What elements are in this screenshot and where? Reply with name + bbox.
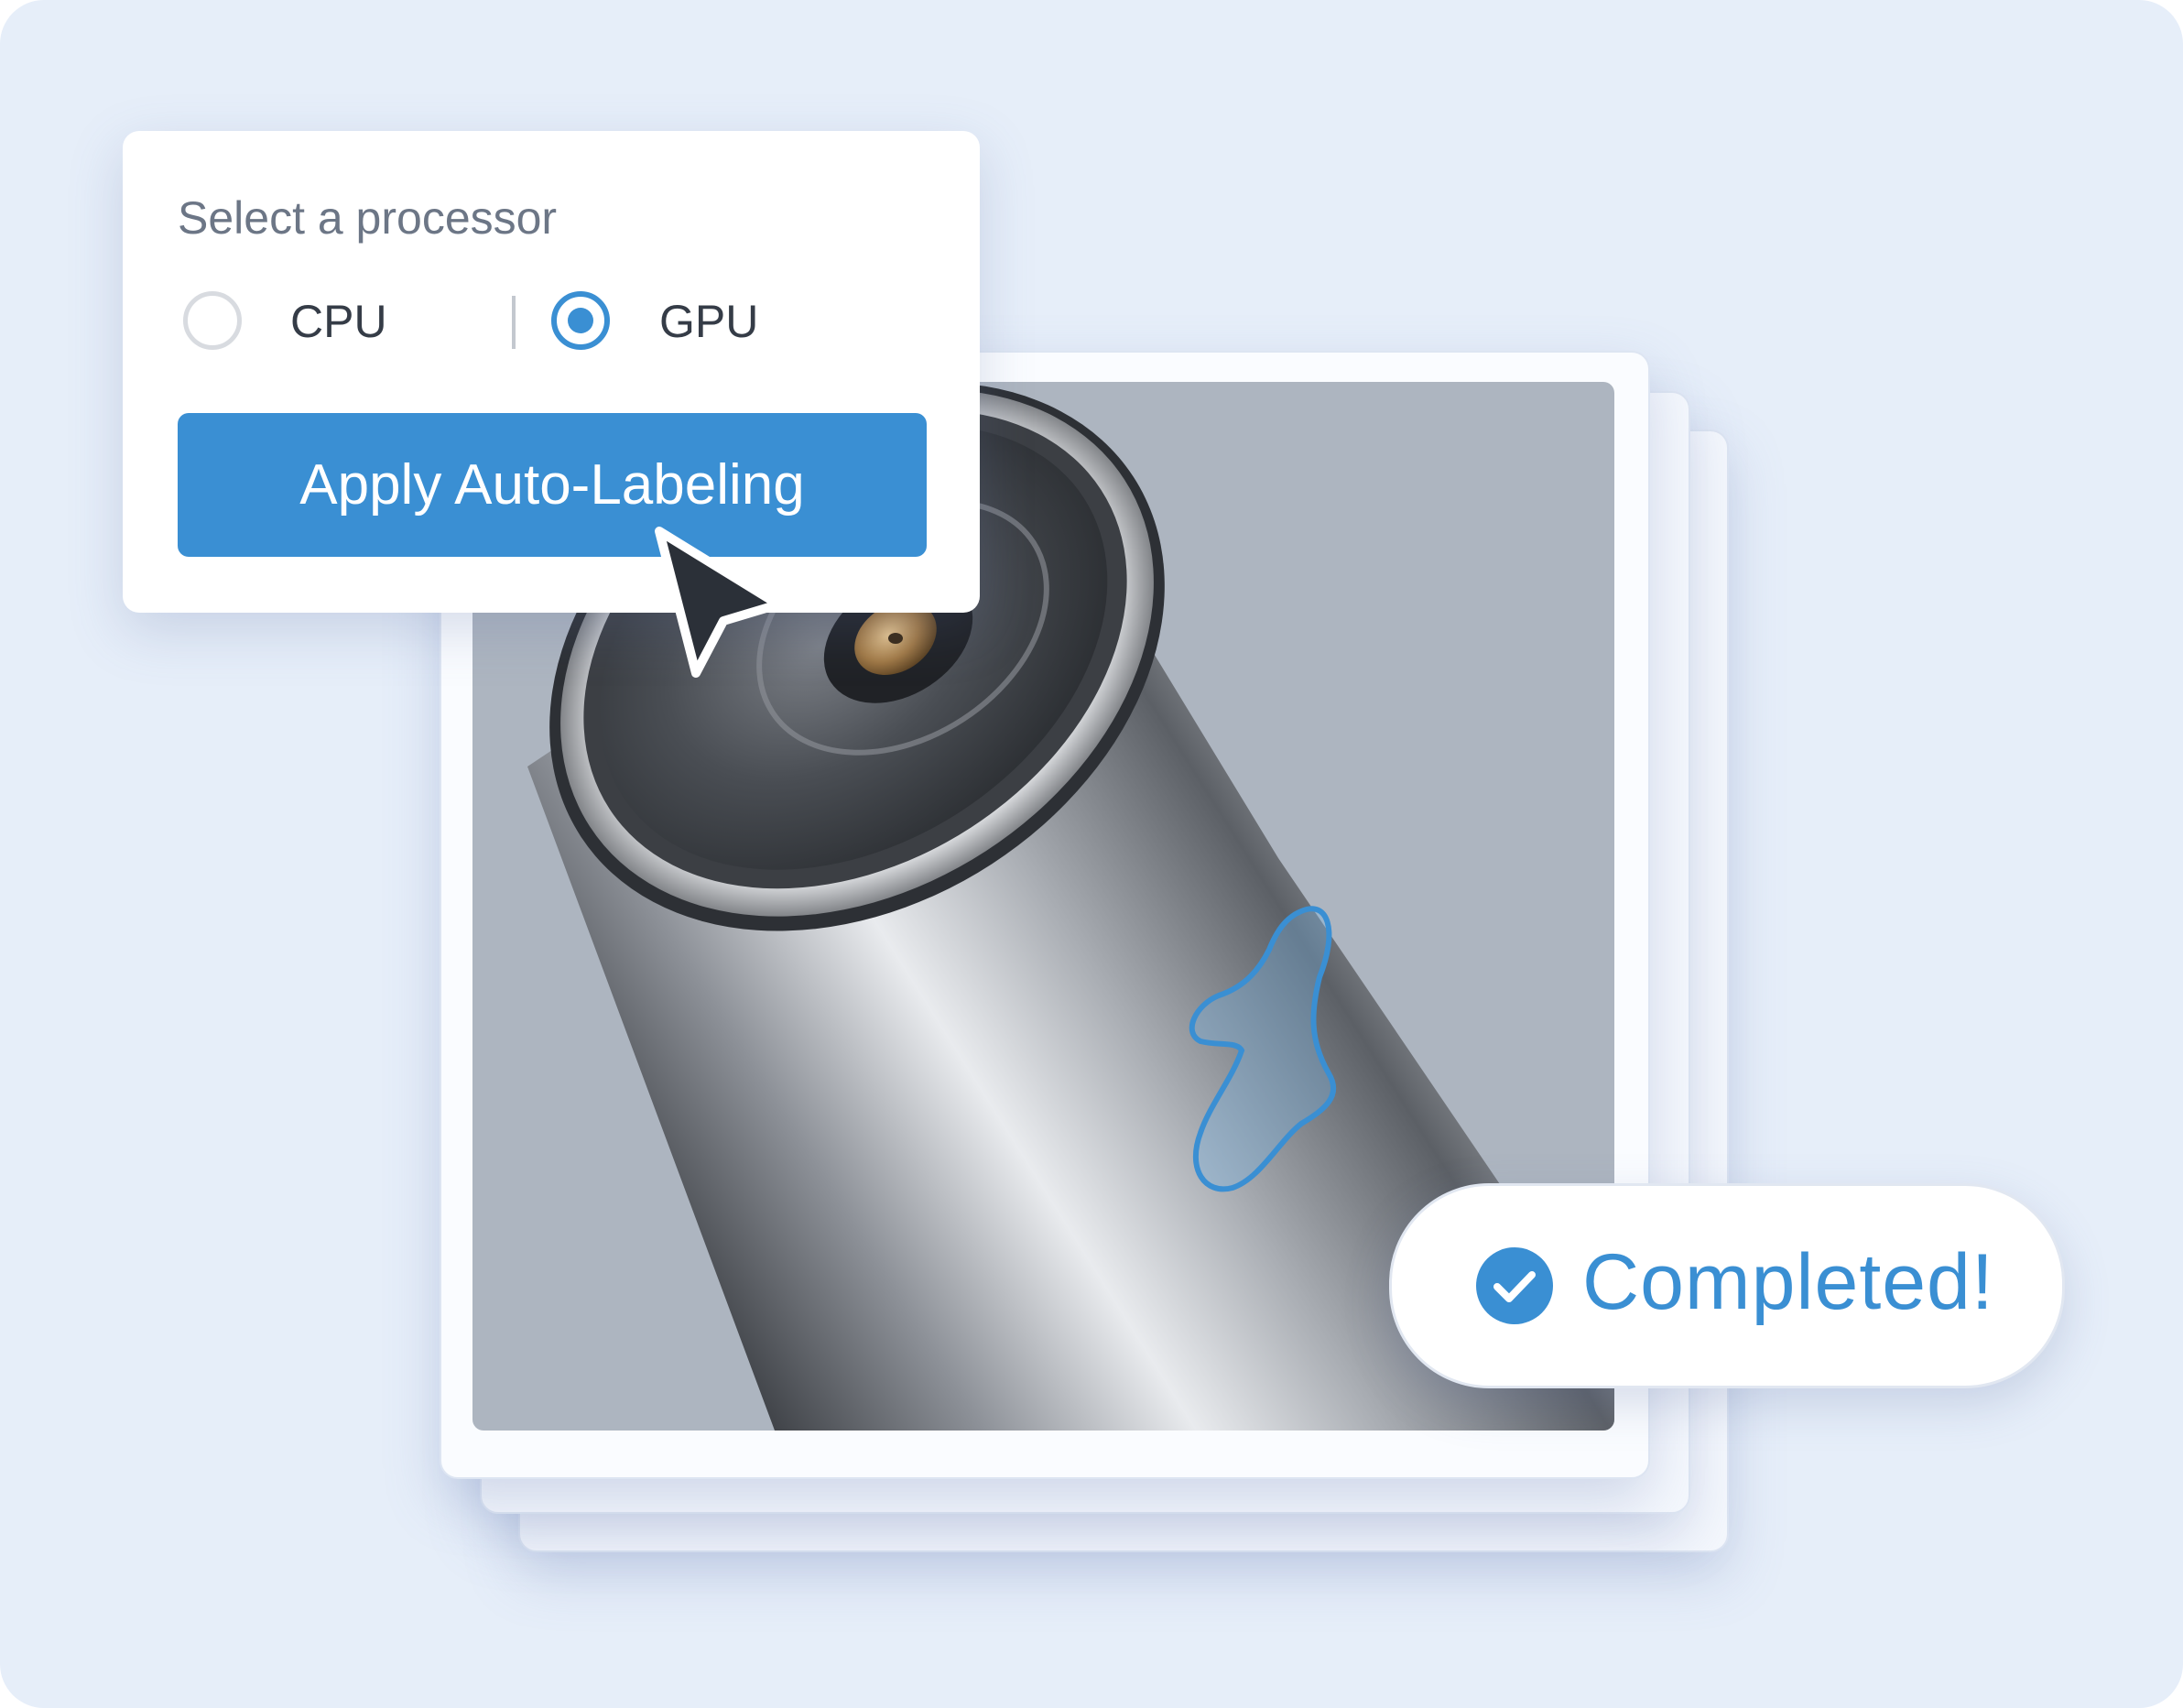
mouse-cursor-icon — [655, 527, 783, 678]
processor-panel: Select a processor CPU GPU Apply Auto-La… — [123, 131, 980, 613]
apply-auto-labeling-button[interactable]: Apply Auto-Labeling — [178, 413, 927, 557]
gpu-radio-dot — [568, 308, 593, 333]
check-circle-icon — [1476, 1247, 1553, 1324]
option-divider — [512, 296, 516, 349]
cpu-label[interactable]: CPU — [290, 295, 387, 348]
completed-status-badge: Completed! — [1389, 1183, 2065, 1388]
cpu-radio[interactable] — [183, 291, 242, 350]
gpu-label[interactable]: GPU — [659, 295, 758, 348]
panel-title: Select a processor — [178, 192, 558, 244]
gpu-radio[interactable] — [551, 291, 610, 350]
canvas: Select a processor CPU GPU Apply Auto-La… — [0, 0, 2183, 1708]
completed-label: Completed! — [1582, 1238, 1994, 1326]
